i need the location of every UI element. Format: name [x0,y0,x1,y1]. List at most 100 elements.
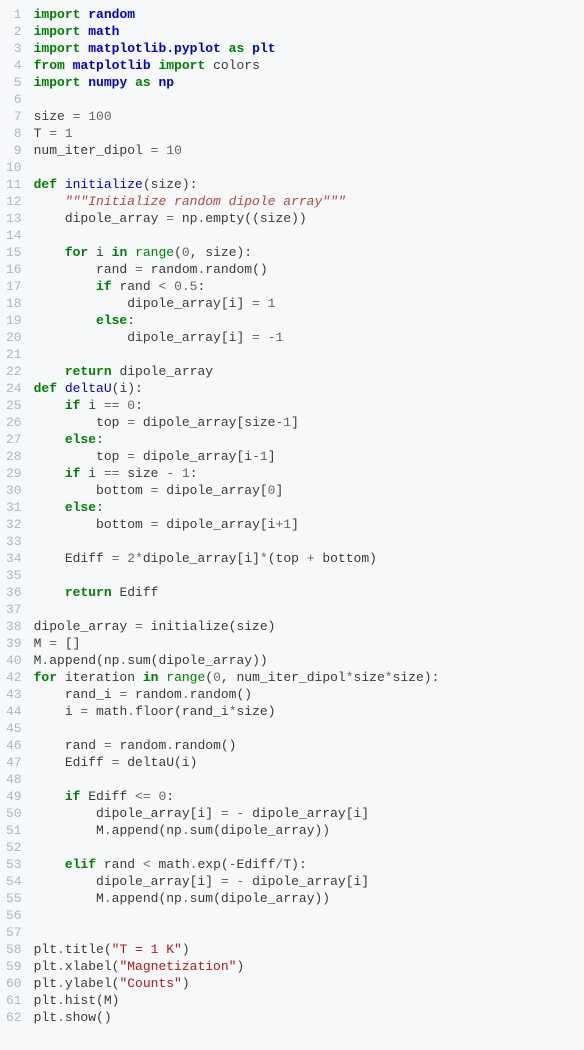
line-number: 50 [6,805,22,822]
line-number: 14 [6,227,22,244]
line-number: 40 [6,652,22,669]
line-number: 13 [6,210,22,227]
code-line [34,907,576,924]
line-number: 51 [6,822,22,839]
line-number: 57 [6,924,22,941]
code-line: dipole_array[i] = -1 [34,329,576,346]
code-line [34,839,576,856]
line-number: 60 [6,975,22,992]
code-line: else: [34,312,576,329]
line-number: 3 [6,40,22,57]
code-line [34,567,576,584]
code-line: plt.ylabel("Counts") [34,975,576,992]
code-line: rand = random.random() [34,737,576,754]
code-line: num_iter_dipol = 10 [34,142,576,159]
line-number: 35 [6,567,22,584]
code-line: top = dipole_array[size-1] [34,414,576,431]
line-number: 27 [6,431,22,448]
code-line: rand = random.random() [34,261,576,278]
line-number: 10 [6,159,22,176]
line-number: 39 [6,635,22,652]
line-number: 58 [6,941,22,958]
line-number: 11 [6,176,22,193]
line-number: 6 [6,91,22,108]
line-number: 42 [6,669,22,686]
line-number: 1 [6,6,22,23]
line-number: 37 [6,601,22,618]
line-number: 18 [6,295,22,312]
line-number: 36 [6,584,22,601]
line-number: 19 [6,312,22,329]
code-line: else: [34,499,576,516]
line-number: 32 [6,516,22,533]
code-line: dipole_array[i] = - dipole_array[i] [34,805,576,822]
code-line: M = [] [34,635,576,652]
line-number: 8 [6,125,22,142]
line-number: 5 [6,74,22,91]
line-number: 22 [6,363,22,380]
line-number: 49 [6,788,22,805]
code-line: dipole_array[i] = 1 [34,295,576,312]
code-line: plt.hist(M) [34,992,576,1009]
code-line: import matplotlib.pyplot as plt [34,40,576,57]
code-line: dipole_array[i] = - dipole_array[i] [34,873,576,890]
line-number: 12 [6,193,22,210]
code-line [34,771,576,788]
code-line: for i in range(0, size): [34,244,576,261]
code-line [34,346,576,363]
code-line: if rand < 0.5: [34,278,576,295]
line-number: 21 [6,346,22,363]
code-line: plt.title("T = 1 K") [34,941,576,958]
code-line: M.append(np.sum(dipole_array)) [34,822,576,839]
line-number: 61 [6,992,22,1009]
code-line [34,227,576,244]
line-number: 55 [6,890,22,907]
code-line [34,924,576,941]
code-line: return dipole_array [34,363,576,380]
code-line: M.append(np.sum(dipole_array)) [34,652,576,669]
code-line: M.append(np.sum(dipole_array)) [34,890,576,907]
code-line: import random [34,6,576,23]
line-number: 54 [6,873,22,890]
code-line [34,159,576,176]
code-line: def initialize(size): [34,176,576,193]
line-number: 24 [6,380,22,397]
line-number: 15 [6,244,22,261]
code-line: """Initialize random dipole array""" [34,193,576,210]
line-number: 52 [6,839,22,856]
code-line: bottom = dipole_array[i+1] [34,516,576,533]
line-number: 25 [6,397,22,414]
code-line: size = 100 [34,108,576,125]
code-line: from matplotlib import colors [34,57,576,74]
line-number: 47 [6,754,22,771]
code-line: return Ediff [34,584,576,601]
code-line: rand_i = random.random() [34,686,576,703]
code-line: if i == 0: [34,397,576,414]
line-number: 30 [6,482,22,499]
line-number: 44 [6,703,22,720]
line-number: 38 [6,618,22,635]
line-number: 4 [6,57,22,74]
code-line: import math [34,23,576,40]
line-number: 56 [6,907,22,924]
code-line: T = 1 [34,125,576,142]
line-number: 28 [6,448,22,465]
line-number: 33 [6,533,22,550]
line-number: 34 [6,550,22,567]
line-number: 16 [6,261,22,278]
line-number: 46 [6,737,22,754]
code-line: bottom = dipole_array[0] [34,482,576,499]
line-number: 53 [6,856,22,873]
code-line: Ediff = 2*dipole_array[i]*(top + bottom) [34,550,576,567]
line-number: 48 [6,771,22,788]
code-line: if Ediff <= 0: [34,788,576,805]
code-line: top = dipole_array[i-1] [34,448,576,465]
line-number: 59 [6,958,22,975]
code-line [34,720,576,737]
line-number: 2 [6,23,22,40]
code-block: 1234567891011121314151617181920212224252… [0,0,584,1032]
code-line: dipole_array = initialize(size) [34,618,576,635]
line-number-gutter: 1234567891011121314151617181920212224252… [0,0,30,1032]
code-line: else: [34,431,576,448]
code-line [34,533,576,550]
